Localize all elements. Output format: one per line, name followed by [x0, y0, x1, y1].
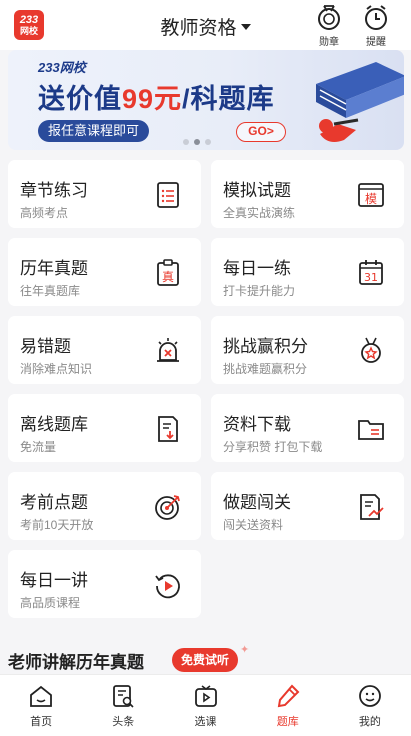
tab-profile[interactable]: 我的 [329, 675, 411, 736]
tab-label: 我的 [358, 716, 381, 728]
card-challenge-points[interactable]: 挑战赢积分 挑战难题赢积分 [211, 316, 404, 384]
pagination-dot[interactable] [205, 139, 211, 145]
card-pre-exam-tips[interactable]: 考前点题 考前10天开放 [8, 472, 201, 540]
card-title: 模拟试题 [223, 181, 291, 200]
card-subtitle: 考前10天开放 [20, 518, 94, 532]
title-wrapper: 教师资格 [0, 13, 411, 40]
pagination-dot[interactable] [183, 139, 189, 145]
card-title: 考前点题 [20, 493, 88, 512]
section-title: 老师讲解历年真题 [8, 653, 144, 672]
card-past-papers[interactable]: 历年真题 往年真题库 真 [8, 238, 201, 306]
medal-icon [318, 5, 340, 30]
list-doc-icon [153, 180, 183, 210]
card-subtitle: 高品质课程 [20, 596, 81, 610]
clock-icon [365, 5, 387, 30]
news-icon [113, 685, 134, 708]
card-subtitle: 全真实战演练 [223, 206, 296, 220]
card-material-download[interactable]: 资料下载 分享积赞 打包下载 [211, 394, 404, 462]
pagination-dot-active[interactable] [194, 139, 200, 145]
card-chapter-practice[interactable]: 章节练习 高频考点 [8, 160, 201, 228]
card-title: 每日一练 [223, 259, 291, 278]
card-title: 每日一讲 [20, 571, 88, 590]
sparkle-icon: ✦ [240, 644, 250, 656]
card-subtitle: 免流量 [20, 440, 57, 454]
reminder-button[interactable]: 提醒 [359, 4, 393, 48]
card-title: 做题闯关 [223, 493, 291, 512]
calendar-icon: 31 [356, 258, 386, 288]
tab-course[interactable]: 选课 [164, 675, 246, 736]
tab-label: 选课 [194, 716, 217, 728]
card-subtitle: 闯关送资料 [223, 518, 284, 532]
medal-icon [356, 336, 386, 366]
banner-headline-price: 99元 [122, 84, 183, 114]
banner-headline-part2: /科题库 [182, 84, 275, 114]
banner-pagination [183, 139, 211, 145]
card-subtitle: 打卡提升能力 [223, 284, 296, 298]
banner-go-button[interactable]: GO> [236, 122, 286, 142]
mock-exam-icon: 模 [356, 180, 386, 210]
target-icon [153, 492, 183, 522]
app-header: 233 网校 教师资格 勋章 提醒 [0, 0, 411, 50]
course-icon [194, 685, 217, 707]
download-doc-icon [153, 414, 183, 444]
calendar-icon-text: 31 [364, 271, 378, 284]
free-trial-badge[interactable]: 免费试听 [172, 648, 239, 672]
folder-icon [356, 414, 386, 444]
card-offline-bank[interactable]: 离线题库 免流量 [8, 394, 201, 462]
card-daily-practice[interactable]: 每日一练 打卡提升能力 31 [211, 238, 404, 306]
home-icon [30, 685, 52, 707]
tab-label: 头条 [112, 716, 135, 728]
card-daily-lecture[interactable]: 每日一讲 高品质课程 [8, 550, 201, 618]
exam-category-selector[interactable]: 教师资格 [160, 13, 251, 40]
banner-headline-part1: 送价值 [38, 84, 122, 114]
banner-headline: 送价值99元/科题库 [38, 77, 275, 116]
banner-subtitle: 报任意课程即可 [38, 120, 150, 142]
banner-brand: 233网校 [38, 60, 86, 75]
card-subtitle: 往年真题库 [20, 284, 81, 298]
tab-news[interactable]: 头条 [82, 675, 164, 736]
medal-label: 勋章 [319, 37, 339, 48]
replay-icon [153, 570, 183, 600]
card-title: 章节练习 [20, 181, 88, 200]
card-subtitle: 分享积赞 打包下载 [223, 440, 323, 454]
tab-home[interactable]: 首页 [0, 675, 82, 736]
card-title: 资料下载 [223, 415, 291, 434]
tab-label: 题库 [276, 716, 299, 728]
caret-down-icon [240, 23, 251, 30]
alarm-icon [153, 336, 183, 366]
card-level-challenge[interactable]: 做题闯关 闯关送资料 [211, 472, 404, 540]
medal-button[interactable]: 勋章 [312, 4, 346, 48]
doc-chart-icon [356, 492, 386, 522]
card-title: 离线题库 [20, 415, 88, 434]
card-subtitle: 挑战难题赢积分 [223, 362, 308, 376]
promo-banner[interactable]: 233网校 送价值99元/科题库 报任意课程即可 GO> [8, 50, 404, 150]
pencil-icon [277, 684, 300, 708]
clipboard-icon: 真 [153, 258, 183, 288]
feature-grid: 章节练习 高频考点 模拟试题 全真实战演练 模 历年真题 往年真题库 真 每日一… [8, 160, 404, 618]
banner-book-illustration [316, 62, 404, 142]
tab-label: 首页 [30, 716, 53, 728]
reminder-label: 提醒 [366, 37, 386, 48]
card-mock-exam[interactable]: 模拟试题 全真实战演练 模 [211, 160, 404, 228]
card-title: 易错题 [20, 337, 71, 356]
bottom-tab-bar: 首页 头条 选课 题库 我的 [0, 674, 411, 736]
tab-question-bank[interactable]: 题库 [247, 675, 329, 736]
card-title: 历年真题 [20, 259, 88, 278]
mock-exam-icon-text: 模 [365, 192, 377, 206]
profile-icon [359, 685, 381, 707]
card-subtitle: 消除难点知识 [20, 362, 93, 376]
page-title: 教师资格 [160, 18, 237, 39]
card-subtitle: 高频考点 [20, 206, 69, 220]
card-error-prone[interactable]: 易错题 消除难点知识 [8, 316, 201, 384]
card-title: 挑战赢积分 [223, 337, 308, 356]
clipboard-icon-text: 真 [162, 270, 174, 284]
